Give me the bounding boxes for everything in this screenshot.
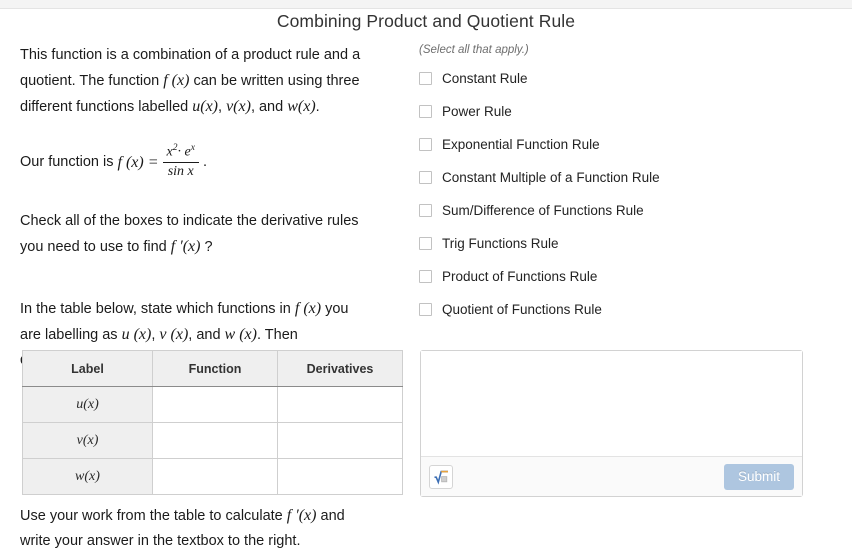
- function-label: Our function is: [20, 153, 114, 170]
- table-v-math: v (x): [159, 325, 189, 343]
- checkbox-label-power-rule: Power Rule: [442, 103, 512, 119]
- bottom-line-1a: Use your work from the table to calculat…: [20, 508, 283, 524]
- function-fx-math: f (x) =: [117, 153, 159, 171]
- row-label-u: u(x): [22, 386, 153, 423]
- intro-and: , and: [250, 99, 284, 115]
- checkbox-trig-functions-rule[interactable]: [419, 236, 432, 250]
- table-and: , and: [188, 326, 221, 343]
- functions-table: Label Function Derivatives u(x) v(x) w(x…: [22, 350, 403, 495]
- numerator-e-exponent: x: [190, 143, 195, 153]
- checkbox-row-exponential-function-rule[interactable]: Exponential Function Rule: [419, 133, 809, 155]
- checkbox-row-constant-multiple-rule[interactable]: Constant Multiple of a Function Rule: [419, 166, 809, 188]
- checkbox-row-sum-difference-rule[interactable]: Sum/Difference of Functions Rule: [419, 199, 809, 221]
- check-fprime-math: f ′(x): [170, 237, 201, 255]
- rules-checklist-column: (Select all that apply.) Constant Rule P…: [419, 44, 809, 331]
- table-row: w(x): [22, 458, 403, 495]
- function-definition-line: Our function is f (x) = x2· ex sin x .: [20, 143, 412, 181]
- answer-input[interactable]: [421, 351, 802, 457]
- numerator-rest: · e: [177, 144, 191, 160]
- intro-v-math: v(x): [226, 98, 251, 115]
- checkbox-row-quotient-rule[interactable]: Quotient of Functions Rule: [419, 298, 809, 320]
- checkbox-product-rule[interactable]: [419, 269, 432, 283]
- intro-period: .: [315, 99, 320, 115]
- fraction-numerator: x2· ex: [162, 143, 199, 163]
- check-line-1: Check all of the boxes to indicate the d…: [20, 212, 359, 229]
- row-derivative-v-cell[interactable]: [277, 422, 403, 459]
- row-label-w: w(x): [22, 458, 153, 495]
- table-line-1b: you: [325, 300, 349, 317]
- bottom-line-1b: and: [320, 508, 345, 524]
- intro-line-2b: can be written using three: [193, 73, 360, 89]
- table-row: v(x): [22, 422, 403, 459]
- row-function-u-cell[interactable]: [152, 386, 278, 423]
- check-boxes-instruction: Check all of the boxes to indicate the d…: [20, 209, 412, 260]
- checkbox-label-product-rule: Product of Functions Rule: [442, 268, 598, 284]
- table-fx-math: f (x): [294, 299, 322, 317]
- answer-toolbar: Submit: [421, 457, 802, 496]
- intro-line-2a: quotient. The function: [20, 73, 160, 89]
- answer-widget: Submit: [420, 350, 803, 497]
- intro-comma-1: ,: [218, 99, 223, 115]
- left-content-column: This function is a combination of a prod…: [20, 43, 412, 373]
- checkbox-row-trig-functions-rule[interactable]: Trig Functions Rule: [419, 232, 809, 254]
- function-trailing-period: .: [202, 153, 207, 170]
- intro-fx-math: f (x): [163, 72, 190, 89]
- checkbox-label-constant-multiple-rule: Constant Multiple of a Function Rule: [442, 169, 660, 185]
- square-root-icon[interactable]: [429, 464, 453, 489]
- intro-line-1: This function is a combination of a prod…: [20, 47, 361, 63]
- function-fraction: x2· ex sin x: [162, 143, 199, 180]
- table-w-math: w (x): [224, 325, 257, 343]
- intro-w-math: w(x): [287, 98, 316, 115]
- table-row: u(x): [22, 386, 403, 423]
- checkbox-label-constant-rule: Constant Rule: [442, 70, 528, 86]
- select-all-hint: (Select all that apply.): [419, 44, 529, 56]
- fraction-denominator: sin x: [167, 163, 194, 179]
- checkbox-label-exponential-function-rule: Exponential Function Rule: [442, 136, 600, 152]
- checkbox-constant-rule[interactable]: [419, 71, 432, 85]
- check-line-2b: ?: [204, 238, 213, 255]
- table-comma-1: ,: [151, 326, 156, 343]
- row-function-v-cell[interactable]: [152, 422, 278, 459]
- checkbox-row-constant-rule[interactable]: Constant Rule: [419, 67, 809, 89]
- bottom-line-2: write your answer in the textbox to the …: [20, 533, 301, 549]
- checkbox-power-rule[interactable]: [419, 104, 432, 118]
- row-derivative-w-cell[interactable]: [277, 458, 403, 495]
- table-line-1a: In the table below, state which function…: [20, 300, 291, 317]
- submit-button[interactable]: Submit: [723, 463, 794, 490]
- checkbox-quotient-rule[interactable]: [419, 302, 432, 316]
- row-derivative-u-cell[interactable]: [277, 386, 403, 423]
- checkbox-row-power-rule[interactable]: Power Rule: [419, 100, 809, 122]
- checkbox-label-quotient-rule: Quotient of Functions Rule: [442, 301, 602, 317]
- intro-u-math: u(x): [192, 98, 219, 115]
- intro-paragraph: This function is a combination of a prod…: [20, 43, 412, 120]
- check-line-2a: you need to use to find: [20, 238, 167, 255]
- top-bar: [0, 0, 852, 9]
- row-label-v: v(x): [22, 422, 153, 459]
- column-header-derivatives: Derivatives: [277, 350, 403, 387]
- table-line-2a: are labelling as: [20, 326, 118, 343]
- table-header-row: Label Function Derivatives: [22, 350, 403, 387]
- column-header-function: Function: [152, 350, 278, 387]
- row-function-w-cell[interactable]: [152, 458, 278, 495]
- checkbox-label-sum-difference-rule: Sum/Difference of Functions Rule: [442, 202, 644, 218]
- checkbox-label-trig-functions-rule: Trig Functions Rule: [442, 235, 559, 251]
- table-u-math: u (x): [121, 325, 152, 343]
- checkbox-row-product-rule[interactable]: Product of Functions Rule: [419, 265, 809, 287]
- checkbox-sum-difference-rule[interactable]: [419, 203, 432, 217]
- bottom-fprime-math: f ′(x): [286, 507, 317, 524]
- table-line-2b: . Then: [256, 326, 298, 343]
- intro-line-3a: different functions labelled: [20, 99, 189, 115]
- bottom-instruction: Use your work from the table to calculat…: [20, 503, 420, 554]
- checkbox-exponential-function-rule[interactable]: [419, 137, 432, 151]
- checkbox-constant-multiple-rule[interactable]: [419, 170, 432, 184]
- column-header-label: Label: [22, 350, 153, 387]
- page-title: Combining Product and Quotient Rule: [276, 11, 576, 31]
